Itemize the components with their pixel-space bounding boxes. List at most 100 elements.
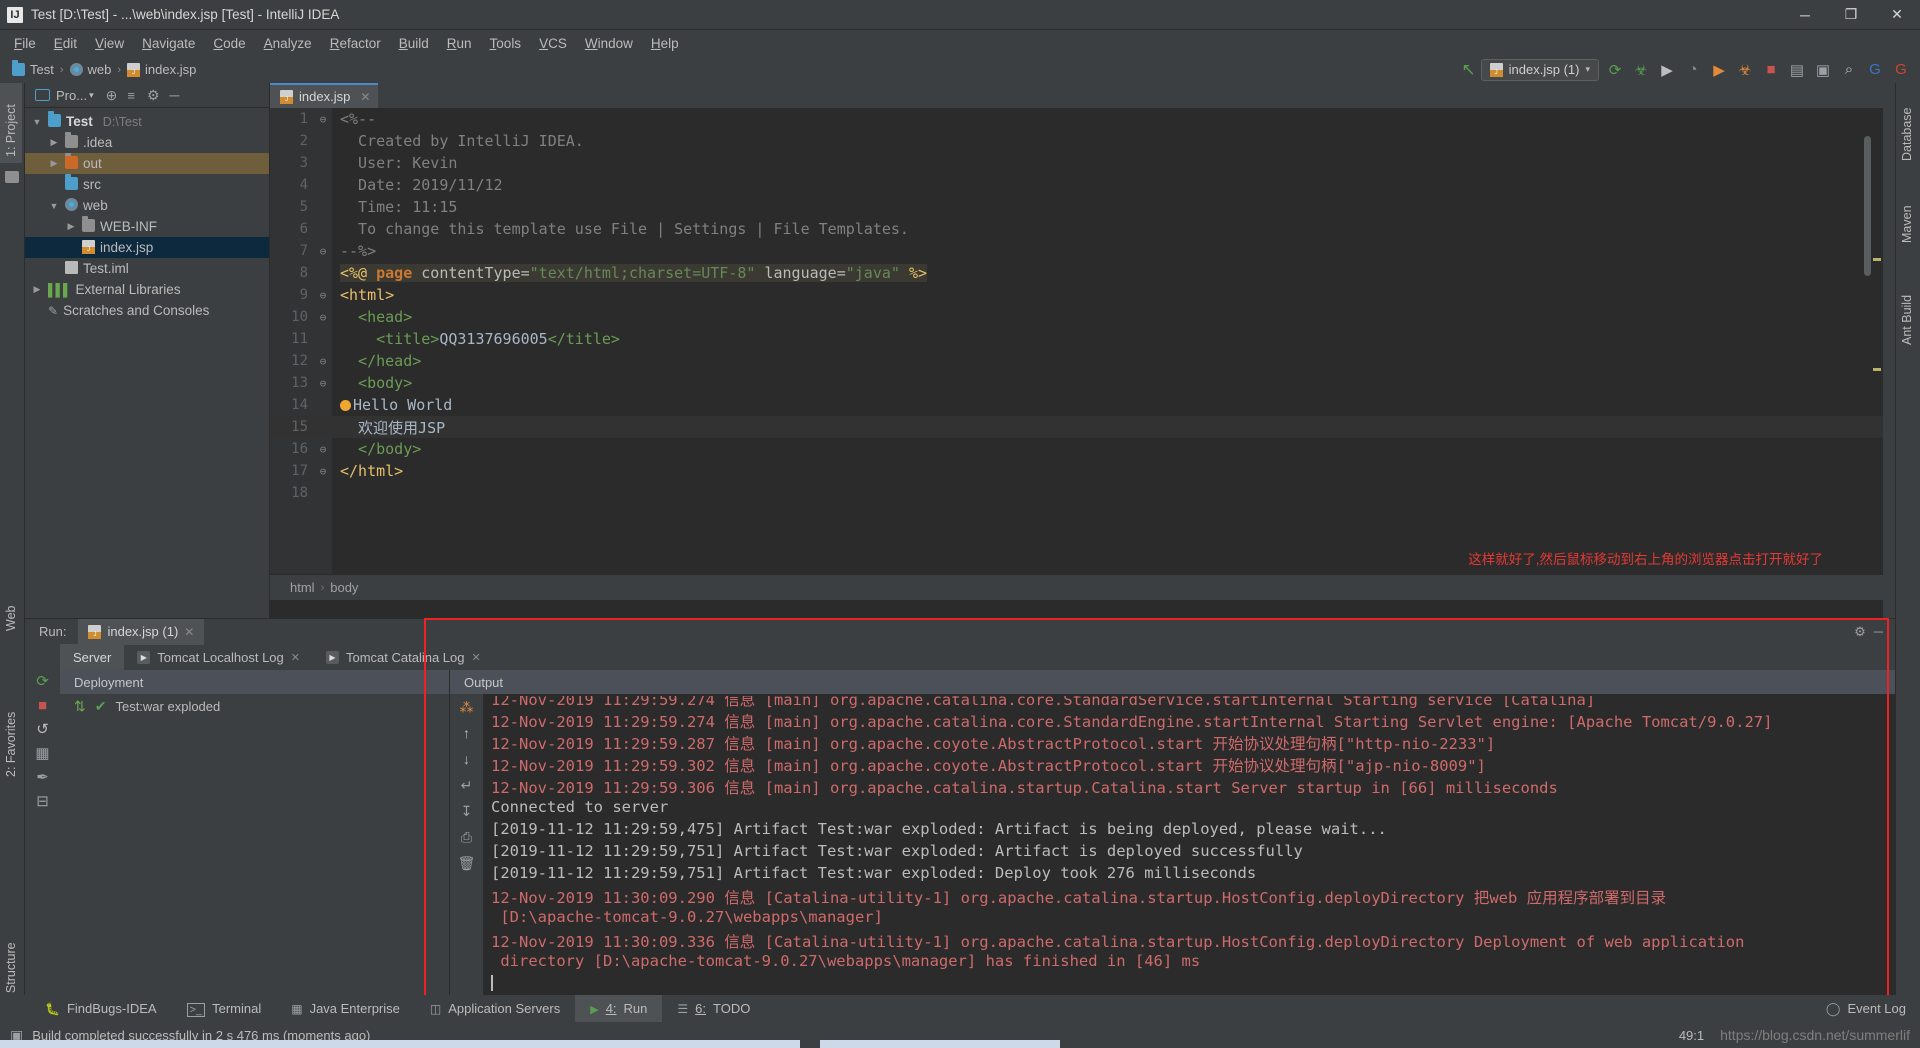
deployment-row[interactable]: ⇅ ✔ Test:war exploded [60,694,449,719]
sync-red-icon[interactable]: G [1890,59,1912,81]
close-icon[interactable]: ✕ [184,625,194,639]
menu-item-edit[interactable]: Edit [45,33,86,54]
tree-item-scratches-and-consoles[interactable]: ✎ Scratches and Consoles [25,300,269,321]
tree-item--idea[interactable]: ▶ .idea [25,131,269,153]
menu-item-vcs[interactable]: VCS [530,33,576,54]
restart-icon[interactable]: ↺ [36,722,49,737]
debug-icon[interactable]: ☣ [1630,59,1652,81]
run-subtab-tomcat-localhost-log[interactable]: ▶ Tomcat Localhost Log ✕ [124,644,313,670]
tree-item-index-jsp[interactable]: index.jsp [25,237,269,258]
close-icon[interactable]: ✕ [291,651,300,664]
menu-item-run[interactable]: Run [438,33,481,54]
locate-icon[interactable]: ⊕ [106,87,118,104]
breadcrumb-item-test[interactable]: Test [8,60,58,79]
chevron-right-icon[interactable]: ▶ [48,158,60,169]
close-button[interactable]: ✕ [1874,0,1920,30]
back-arrow-icon[interactable]: ↖ [1461,61,1475,78]
update-app-icon[interactable]: ▶ [1708,59,1730,81]
run-subtab-tomcat-catalina-log[interactable]: ▶ Tomcat Catalina Log ✕ [313,644,494,670]
menu-item-code[interactable]: Code [204,33,254,54]
project-structure-icon[interactable]: ▤ [1786,59,1808,81]
soft-wrap-icon[interactable]: ↵ [461,778,473,792]
hide-icon[interactable]: ─ [170,87,180,103]
caret-position[interactable]: 49:1 [1679,1028,1704,1043]
rerun-app-icon[interactable]: ⁂ [460,700,474,714]
tool-window-project[interactable]: 1: Project [0,83,22,163]
settings-gear-icon[interactable]: ⚙ [1854,624,1866,640]
bottom-tab-run[interactable]: ▶ 4: Run [575,995,663,1022]
breadcrumb-html[interactable]: html [290,580,315,595]
tree-item-src[interactable]: src [25,173,269,195]
profile-icon[interactable]: ◔ [1682,59,1704,81]
bottom-tab-java-enterprise[interactable]: ▦ Java Enterprise [276,995,415,1022]
clear-all-icon[interactable]: 🗑 [458,856,476,870]
chevron-down-icon[interactable]: ▼ [48,201,60,211]
breadcrumb-item-index-jsp[interactable]: index.jsp [123,60,200,79]
fold-marker-icon[interactable]: ⊖ [314,443,332,456]
tool-window-maven[interactable]: Maven [1896,183,1918,249]
bottom-tab-findbugs-idea[interactable]: 🐛 FindBugs-IDEA [30,995,172,1022]
search-everywhere-icon[interactable]: ⌕ [1838,59,1860,81]
scroll-up-icon[interactable]: ↑ [463,726,470,740]
preview-icon[interactable]: ▣ [1812,59,1834,81]
tool-window-favorites[interactable]: 2: Favorites [0,683,22,783]
tree-item-test[interactable]: ▼ Test D:\Test [25,110,269,132]
settings-gear-icon[interactable]: ⚙ [147,87,160,104]
hide-icon[interactable]: ─ [1874,624,1883,639]
menu-item-navigate[interactable]: Navigate [133,33,204,54]
chevron-right-icon[interactable]: ▶ [48,137,60,148]
bottom-tab-todo[interactable]: ☰ 6: TODO [662,995,765,1022]
console-output[interactable]: 12-Nov-2019 11:29:59.274 信息 [main] org.a… [483,694,1895,995]
menu-item-file[interactable]: File [5,33,45,54]
menu-item-tools[interactable]: Tools [481,33,531,54]
chevron-right-icon[interactable]: ▶ [31,284,43,295]
minimize-button[interactable]: ─ [1782,0,1828,30]
editor-scrollbar[interactable] [1864,136,1871,276]
pin-icon[interactable]: ✒ [36,770,49,785]
scroll-to-end-icon[interactable]: ↧ [461,804,473,818]
maximize-button[interactable]: ❐ [1828,0,1874,30]
menu-item-build[interactable]: Build [390,33,438,54]
run-session-tab[interactable]: index.jsp (1) ✕ [78,618,205,645]
fold-marker-icon[interactable]: ⊖ [314,113,332,126]
breadcrumb-body[interactable]: body [330,580,358,595]
fold-marker-icon[interactable]: ⊖ [314,245,332,258]
run-configuration-selector[interactable]: index.jsp (1) ▾ [1480,58,1599,81]
editor-tab-index-jsp[interactable]: index.jsp ✕ [270,83,379,108]
menu-item-refactor[interactable]: Refactor [321,33,390,54]
debug-app-icon[interactable]: ☣ [1734,59,1756,81]
tree-item-web[interactable]: ▼ web [25,195,269,216]
fold-marker-icon[interactable]: ⊖ [314,377,332,390]
chevron-down-icon[interactable]: ▾ [89,90,94,101]
tool-window-ant-build[interactable]: Ant Build [1896,263,1918,351]
rerun-icon[interactable]: ⟳ [1604,59,1626,81]
menu-item-analyze[interactable]: Analyze [255,33,321,54]
menu-item-view[interactable]: View [86,33,133,54]
breadcrumb-item-web[interactable]: web [66,60,116,79]
close-icon[interactable]: ✕ [472,651,481,664]
code-editor[interactable]: 1 ⊖ <%-- 2 Created by IntelliJ IDEA. 3 User:… [270,108,1883,574]
tree-item-external-libraries[interactable]: ▶ ▌▌▌ External Libraries [25,279,269,300]
chevron-right-icon[interactable]: ▶ [65,221,77,232]
run-subtab-server[interactable]: Server [60,644,125,670]
collapse-all-icon[interactable]: ≡ [127,88,135,103]
rerun-icon[interactable]: ⟳ [36,674,49,689]
fold-marker-icon[interactable]: ⊖ [314,355,332,368]
fold-marker-icon[interactable]: ⊖ [314,289,332,302]
tree-item-out[interactable]: ▶ out [25,152,269,174]
close-icon[interactable]: ⊟ [36,794,49,809]
run-with-coverage-icon[interactable]: ▶ [1656,59,1678,81]
scroll-down-icon[interactable]: ↓ [463,752,470,766]
print-icon[interactable]: ⎙ [461,830,472,844]
fold-marker-icon[interactable]: ⊖ [314,465,332,478]
bottom-tab-terminal[interactable]: >_ Terminal [172,995,277,1022]
menu-item-help[interactable]: Help [642,33,688,54]
menu-item-window[interactable]: Window [576,33,642,54]
tree-item-test-iml[interactable]: Test.iml [25,258,269,279]
stop-icon[interactable]: ■ [1760,59,1782,81]
close-icon[interactable]: ✕ [360,90,370,104]
tool-window-database[interactable]: Database [1896,87,1918,167]
bottom-tab-application-servers[interactable]: ◫ Application Servers [415,995,575,1022]
fold-marker-icon[interactable]: ⊖ [314,311,332,324]
tree-item-web-inf[interactable]: ▶ WEB-INF [25,215,269,237]
